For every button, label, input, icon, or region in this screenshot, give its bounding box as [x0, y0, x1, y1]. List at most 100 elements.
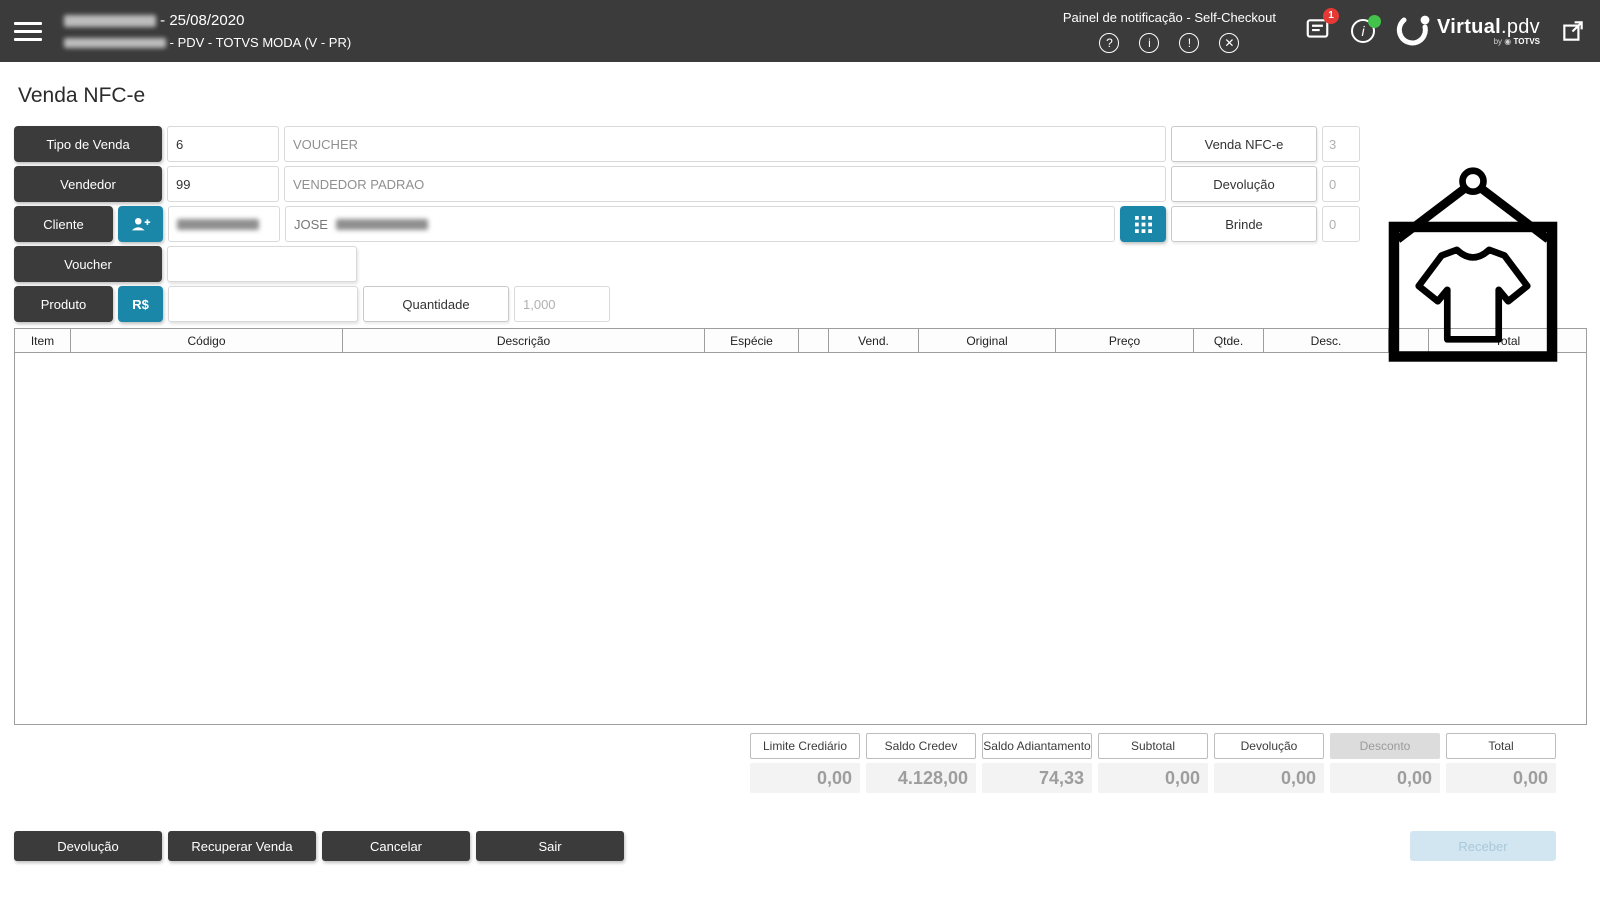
quantidade-input[interactable]	[514, 286, 610, 322]
store-pdv-line: - PDV - TOTVS MODA (V - PR)	[64, 33, 351, 53]
help-icon[interactable]: ?	[1099, 32, 1120, 53]
devolucao-counter-button[interactable]: Devolução	[1171, 166, 1317, 202]
add-client-button[interactable]	[118, 206, 163, 242]
summary-label: Saldo Adiantamento	[982, 733, 1092, 759]
vendedor-code-input[interactable]	[167, 166, 279, 202]
virtualpdv-logo: Virtual.pdv by ◉ TOTVS	[1395, 13, 1540, 49]
tipo-de-venda-desc-input[interactable]	[284, 126, 1166, 162]
summary-label: Devolução	[1214, 733, 1324, 759]
col-header-item: Item	[14, 328, 71, 353]
logo-swoosh-icon	[1396, 15, 1430, 46]
devolucao-button[interactable]: Devolução	[14, 831, 162, 861]
produto-input[interactable]	[168, 286, 358, 322]
row-voucher: Voucher	[14, 246, 1586, 282]
summary-label: Limite Crediário	[750, 733, 860, 759]
row-cliente: Cliente JOSE Brinde	[14, 206, 1586, 242]
store-info: - 25/08/2020 - PDV - TOTVS MODA (V - PR)	[64, 10, 351, 52]
store-date-line: - 25/08/2020	[64, 10, 351, 33]
col-header-especie: Espécie	[704, 328, 799, 353]
cancelar-button[interactable]: Cancelar	[322, 831, 470, 861]
venda-nfce-counter-button[interactable]: Venda NFC-e	[1171, 126, 1317, 162]
quantidade-button[interactable]: Quantidade	[363, 286, 509, 322]
summary-label: Saldo Credev	[866, 733, 976, 759]
summary-label: Subtotal	[1098, 733, 1208, 759]
cliente-code-input[interactable]	[168, 206, 280, 242]
info-icon[interactable]: i	[1139, 32, 1160, 53]
client-search-keypad-button[interactable]	[1120, 206, 1166, 242]
summary-label: Total	[1446, 733, 1556, 759]
col-header-qtde: Qtde.	[1193, 328, 1264, 353]
connection-status-button[interactable]: i	[1351, 15, 1381, 43]
hamburger-menu-icon[interactable]	[14, 17, 48, 46]
produto-button[interactable]: Produto	[14, 286, 113, 322]
col-header-original: Original	[918, 328, 1056, 353]
col-header-codigo: Código	[70, 328, 343, 353]
top-bar: - 25/08/2020 - PDV - TOTVS MODA (V - PR)…	[0, 0, 1600, 62]
vendedor-button[interactable]: Vendedor	[14, 166, 162, 202]
vendedor-desc-input[interactable]	[284, 166, 1166, 202]
voucher-button[interactable]: Voucher	[14, 246, 162, 282]
cliente-name-input[interactable]: JOSE	[285, 206, 1115, 242]
footer-actions: Devolução Recuperar Venda Cancelar Sair …	[0, 831, 1600, 861]
totals-summary-bar: Limite Crediário 0,00 Saldo Credev 4.128…	[14, 733, 1556, 793]
status-icons-row: ? i ! ✕	[1099, 32, 1240, 53]
brinde-counter-button[interactable]: Brinde	[1171, 206, 1317, 242]
open-external-icon[interactable]	[1560, 18, 1586, 44]
sair-button[interactable]: Sair	[476, 831, 624, 861]
notification-badge: 1	[1323, 7, 1339, 24]
notification-panel-title: Painel de notificação - Self-Checkout	[1062, 9, 1276, 25]
summary-label: Desconto	[1330, 733, 1440, 759]
col-header-desc: Desc.	[1263, 328, 1389, 353]
online-status-dot	[1368, 15, 1381, 28]
receber-button[interactable]: Receber	[1410, 831, 1556, 861]
hanging-shirt-frame-icon	[1388, 167, 1558, 362]
blurred-client-name	[335, 218, 428, 230]
blurred-terminal-name	[64, 38, 166, 49]
person-plus-icon	[131, 217, 150, 231]
col-header-blank-1	[798, 328, 829, 353]
close-icon[interactable]: ✕	[1219, 32, 1240, 53]
notifications-button[interactable]: 1	[1304, 7, 1339, 47]
page-title: Venda NFC-e	[18, 84, 146, 107]
tipo-de-venda-code-input[interactable]	[167, 126, 279, 162]
tipo-de-venda-button[interactable]: Tipo de Venda	[14, 126, 162, 162]
summary-subtotal: Subtotal 0,00	[1098, 733, 1208, 793]
price-lookup-button[interactable]: R$	[118, 286, 163, 322]
logo-wordmark: Virtual.pdv	[1437, 16, 1540, 38]
col-header-descricao: Descrição	[342, 328, 705, 353]
items-table-header-row: Item Código Descrição Espécie Vend. Orig…	[14, 328, 1587, 353]
session-date: - 25/08/2020	[160, 12, 245, 29]
logo-byline: by ◉ TOTVS	[1493, 37, 1540, 46]
summary-value: 0,00	[750, 763, 860, 793]
client-name-visible: JOSE	[294, 216, 328, 232]
items-table: Item Código Descrição Espécie Vend. Orig…	[14, 328, 1587, 725]
cliente-button[interactable]: Cliente	[14, 206, 113, 242]
notification-panel: Painel de notificação - Self-Checkout ? …	[1063, 10, 1276, 53]
summary-value: 0,00	[1214, 763, 1324, 793]
summary-limite-crediario: Limite Crediário 0,00	[750, 733, 860, 793]
devolucao-counter-value[interactable]	[1322, 166, 1360, 202]
summary-value: 74,33	[982, 763, 1092, 793]
pdv-label: - PDV - TOTVS MODA (V - PR)	[169, 34, 352, 50]
summary-value: 0,00	[1446, 763, 1556, 793]
voucher-input[interactable]	[167, 246, 357, 282]
brinde-counter-value[interactable]	[1322, 206, 1360, 242]
row-vendedor: Vendedor Devolução	[14, 166, 1586, 202]
row-produto: Produto R$ Quantidade	[14, 286, 1586, 322]
summary-devolucao: Devolução 0,00	[1214, 733, 1324, 793]
summary-saldo-credev: Saldo Credev 4.128,00	[866, 733, 976, 793]
row-tipo-de-venda: Tipo de Venda Venda NFC-e	[14, 126, 1586, 162]
summary-desconto: Desconto 0,00	[1330, 733, 1440, 793]
summary-value: 0,00	[1098, 763, 1208, 793]
recuperar-venda-button[interactable]: Recuperar Venda	[168, 831, 316, 861]
summary-saldo-adiantamento: Saldo Adiantamento 74,33	[982, 733, 1092, 793]
col-header-vend: Vend.	[828, 328, 919, 353]
summary-value: 4.128,00	[866, 763, 976, 793]
items-table-empty-body	[14, 352, 1587, 725]
venda-nfce-counter-value[interactable]	[1322, 126, 1360, 162]
blurred-store-name	[64, 15, 156, 28]
blurred-client-code	[177, 218, 259, 230]
alert-icon[interactable]: !	[1179, 32, 1200, 53]
header-right-cluster: Painel de notificação - Self-Checkout ? …	[1063, 7, 1586, 53]
grid-keypad-icon	[1134, 215, 1152, 233]
